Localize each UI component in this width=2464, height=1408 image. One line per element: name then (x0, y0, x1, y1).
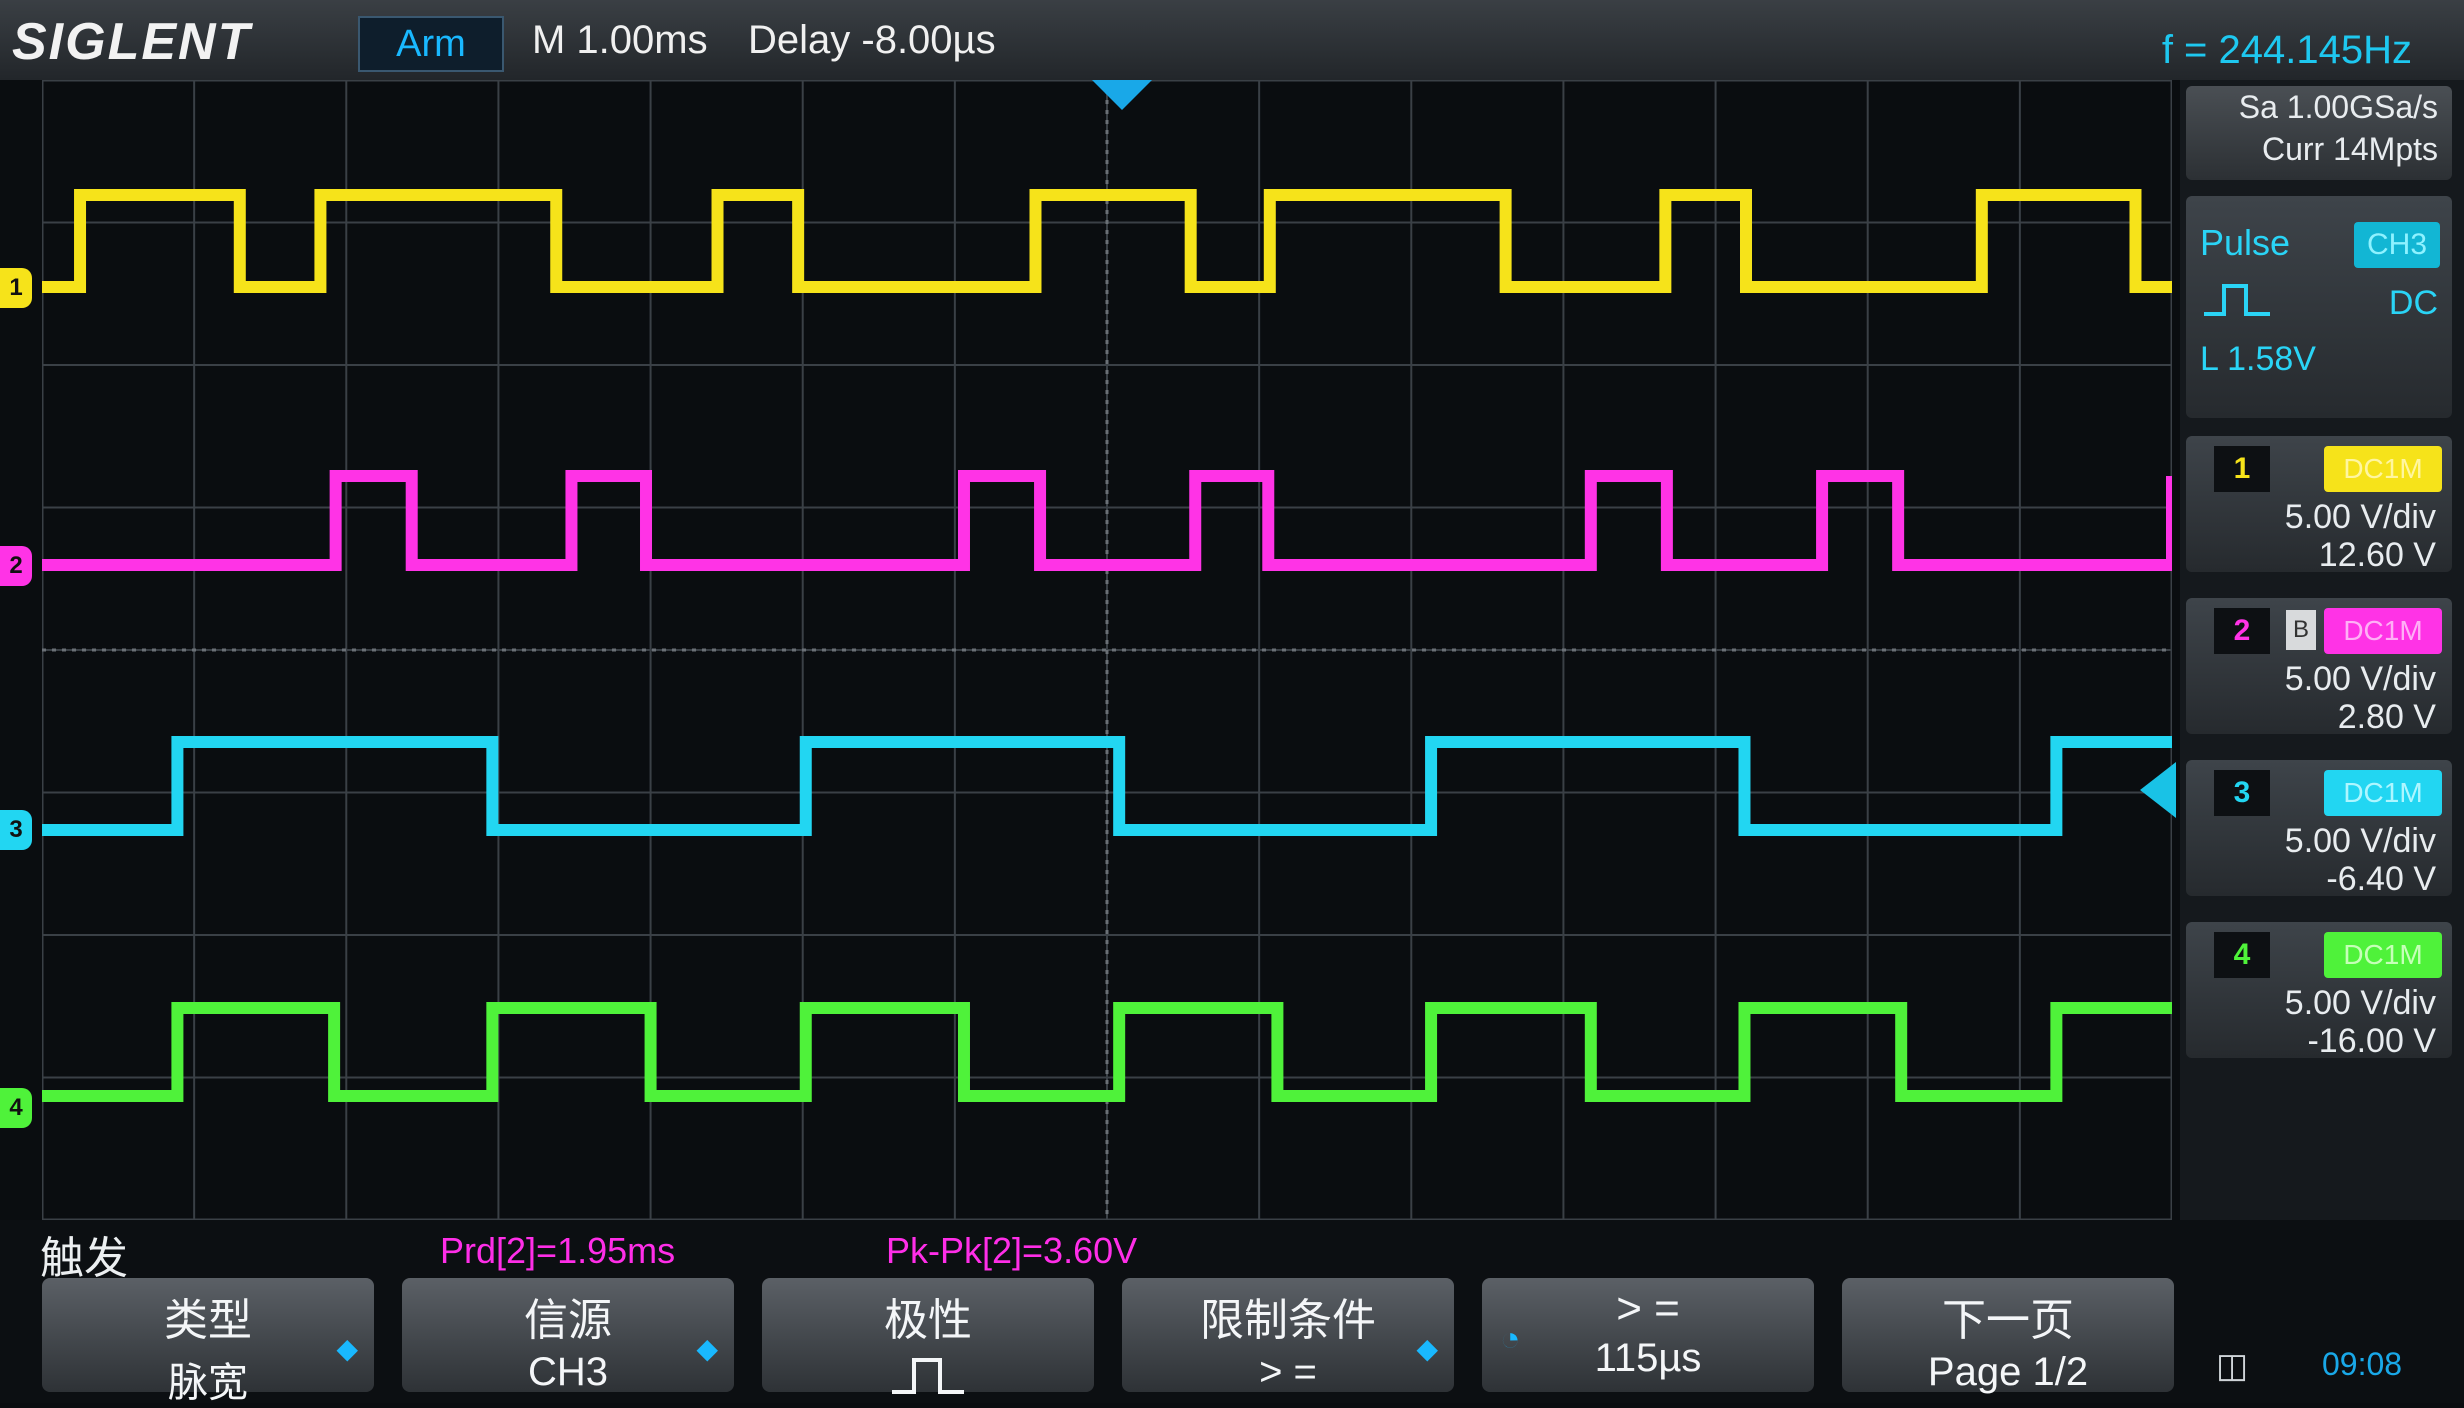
channel-scale: 5.00 V/div (2284, 984, 2436, 1022)
softkey-label: > = (1616, 1284, 1680, 1333)
frequency-readout: f = 244.145Hz (2161, 28, 2412, 72)
trigger-position-marker[interactable] (1092, 80, 1152, 110)
timebase-readout: M 1.00ms (532, 18, 708, 62)
trigger-level-marker[interactable] (2140, 762, 2176, 818)
channel-2-info[interactable]: 2 B DC1M 5.00 V/div 2.80 V (2186, 598, 2452, 736)
channel-coupling: DC1M (2324, 446, 2442, 492)
delay-readout: Delay -8.00µs (748, 18, 996, 62)
cycle-arrow-icon: ◆ (1416, 1333, 1438, 1364)
softkey-value: CH3 (527, 1350, 609, 1394)
channel-4-info[interactable]: 4 DC1M 5.00 V/div -16.00 V (2186, 922, 2452, 1060)
channel-coupling: DC1M (2324, 770, 2442, 816)
softkey-label: 限制条件 (1200, 1296, 1376, 1345)
channel-number: 3 (2214, 770, 2270, 816)
pulse-polarity-icon (2204, 284, 2270, 316)
softkey-type[interactable]: 类型 脉宽 ◆ (42, 1278, 374, 1405)
channel-1-info[interactable]: 1 DC1M 5.00 V/div 12.60 V (2186, 436, 2452, 574)
channel-offset: 2.80 V (2337, 698, 2436, 736)
trigger-info[interactable]: Pulse CH3 DC L 1.58V (2186, 196, 2452, 418)
ch3-ground-marker[interactable]: 3 (0, 810, 32, 850)
cycle-arrow-icon: ◆ (696, 1333, 718, 1364)
menu-title: 触发 (40, 1234, 128, 1283)
channel-3-info[interactable]: 3 DC1M 5.00 V/div -6.40 V (2186, 760, 2452, 898)
channel-number: 4 (2214, 932, 2270, 978)
memory-depth: Curr 14Mpts (2261, 131, 2438, 167)
softkey-label: 极性 (884, 1296, 972, 1345)
measurement-pk-pk: Pk-Pk[2]=3.60V (886, 1230, 1138, 1271)
channel-scale: 5.00 V/div (2284, 498, 2436, 536)
measurement-period: Prd[2]=1.95ms (440, 1230, 676, 1271)
channel-offset: -16.00 V (2307, 1022, 2436, 1060)
usb-icon: ◫ (2216, 1347, 2249, 1385)
channel-offset: 12.60 V (2318, 536, 2436, 574)
bandwidth-limit-badge: B (2286, 610, 2316, 650)
clock-readout: 09:08 (2322, 1346, 2403, 1382)
channel-coupling: DC1M (2324, 608, 2442, 654)
adjust-knob-icon: ◔ (1500, 1320, 1521, 1358)
channel-offset: -6.40 V (2326, 860, 2436, 898)
trigger-source: CH3 (2354, 222, 2440, 268)
trigger-type: Pulse (2200, 222, 2291, 263)
softkey-pulse-width[interactable]: ◔ > = 115µs (1482, 1278, 1814, 1392)
graticule (42, 80, 2172, 1220)
softkey-label: 类型 (164, 1296, 252, 1345)
ch4-ground-marker[interactable]: 4 (0, 1088, 32, 1128)
acquisition-info: Sa 1.00GSa/s Curr 14Mpts (2186, 86, 2452, 180)
softkey-value: 脉宽 (168, 1361, 248, 1405)
brand-logo: SIGLENT (12, 13, 252, 71)
ch2-ground-marker[interactable]: 2 (0, 546, 32, 586)
channel-coupling: DC1M (2324, 932, 2442, 978)
softkey-limit-condition[interactable]: 限制条件 > = ◆ (1122, 1278, 1454, 1394)
softkey-source[interactable]: 信源 CH3 ◆ (402, 1278, 734, 1394)
cycle-arrow-icon: ◆ (336, 1333, 358, 1364)
softkey-label: 下一页 (1942, 1296, 2074, 1345)
waveform-display (42, 80, 2172, 1220)
softkey-value: 115µs (1594, 1336, 1702, 1380)
positive-pulse-icon (892, 1358, 964, 1394)
softkey-value: Page 1/2 (1927, 1350, 2089, 1394)
ch1-ground-marker[interactable]: 1 (0, 268, 32, 308)
trigger-level: L 1.58V (2200, 340, 2316, 378)
top-status-bar: SIGLENT Arm M 1.00ms Delay -8.00µs f = 2… (0, 0, 2464, 80)
run-state-badge: Arm (358, 16, 504, 72)
trigger-coupling: DC (2388, 284, 2438, 322)
channel-scale: 5.00 V/div (2284, 660, 2436, 698)
softkey-next-page[interactable]: 下一页 Page 1/2 (1842, 1278, 2174, 1394)
softkey-label: 信源 (524, 1296, 612, 1345)
softkey-value: > = (1259, 1350, 1317, 1394)
channel-number: 1 (2214, 446, 2270, 492)
softkey-polarity[interactable]: 极性 (762, 1278, 1094, 1394)
sample-rate: Sa 1.00GSa/s (2238, 89, 2438, 125)
channel-scale: 5.00 V/div (2284, 822, 2436, 860)
channel-number: 2 (2214, 608, 2270, 654)
